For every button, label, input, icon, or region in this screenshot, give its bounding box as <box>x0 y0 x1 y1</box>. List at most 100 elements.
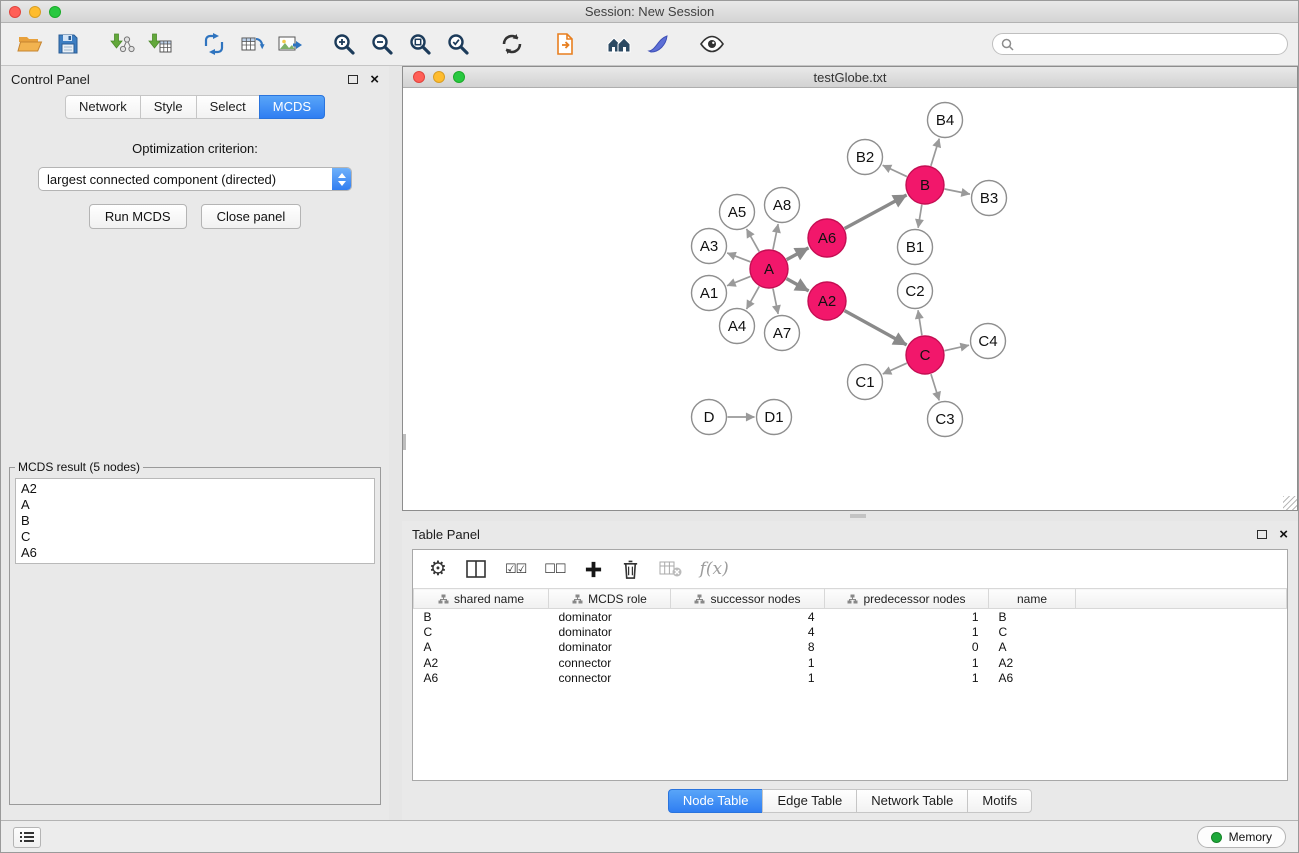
table-cell[interactable]: A <box>414 640 549 656</box>
table-row[interactable]: A2connector11A2 <box>414 655 1287 671</box>
edge-A-A3[interactable] <box>727 253 750 262</box>
tab-node-table[interactable]: Node Table <box>668 789 764 813</box>
table-row[interactable]: A6connector11A6 <box>414 671 1287 687</box>
node-A3[interactable]: A3 <box>692 229 727 264</box>
column-header-shared-name[interactable]: shared name <box>414 589 549 609</box>
run-mcds-button[interactable]: Run MCDS <box>89 204 187 229</box>
table-cell[interactable]: B <box>414 609 549 625</box>
edge-A2-C[interactable] <box>845 311 907 345</box>
table-cell[interactable]: A2 <box>414 655 549 671</box>
open-file-button[interactable] <box>11 26 49 62</box>
edge-A-A8[interactable] <box>773 224 778 249</box>
edge-B-B3[interactable] <box>945 189 970 194</box>
node-A5[interactable]: A5 <box>720 195 755 230</box>
table-cell[interactable]: dominator <box>549 640 671 656</box>
mcds-result-list[interactable]: A2ABCA6 <box>15 478 375 564</box>
edge-A6-B[interactable] <box>845 195 907 228</box>
table-cell[interactable]: 1 <box>825 671 989 687</box>
table-cell[interactable]: 8 <box>671 640 825 656</box>
node-A4[interactable]: A4 <box>720 309 755 344</box>
table-cell[interactable]: 4 <box>671 624 825 640</box>
column-header-name[interactable]: name <box>989 589 1076 609</box>
result-item[interactable]: A6 <box>21 545 369 561</box>
zoom-in-button[interactable] <box>325 26 363 62</box>
close-panel-action-button[interactable]: Close panel <box>201 204 302 229</box>
edge-C-C2[interactable] <box>918 310 922 335</box>
tab-network-table[interactable]: Network Table <box>856 789 968 813</box>
column-header-mcds-role[interactable]: MCDS role <box>549 589 671 609</box>
show-columns-button[interactable] <box>465 559 487 579</box>
import-network-button[interactable] <box>103 26 141 62</box>
deselect-all-columns-button[interactable]: ☐☐ <box>544 561 565 577</box>
tab-select[interactable]: Select <box>196 95 260 119</box>
close-table-panel-button[interactable]: × <box>1279 527 1288 542</box>
node-A7[interactable]: A7 <box>765 316 800 351</box>
node-B1[interactable]: B1 <box>898 230 933 265</box>
node-C1[interactable]: C1 <box>848 365 883 400</box>
node-C4[interactable]: C4 <box>971 324 1006 359</box>
column-header-successor-nodes[interactable]: successor nodes <box>671 589 825 609</box>
panel-splitter-horizontal[interactable] <box>402 511 1298 521</box>
save-session-button[interactable] <box>49 26 87 62</box>
delete-column-button[interactable] <box>621 559 640 580</box>
table-cell[interactable]: connector <box>549 671 671 687</box>
search-input[interactable] <box>1019 37 1279 51</box>
node-B2[interactable]: B2 <box>848 140 883 175</box>
panel-splitter-vertical[interactable] <box>389 66 402 820</box>
zoom-fit-button[interactable] <box>401 26 439 62</box>
node-A1[interactable]: A1 <box>692 276 727 311</box>
node-D[interactable]: D <box>692 400 727 435</box>
float-panel-button[interactable] <box>348 75 358 84</box>
edge-B-B4[interactable] <box>931 139 939 166</box>
edge-C-C4[interactable] <box>945 345 969 350</box>
delete-table-button[interactable] <box>658 559 682 579</box>
table-cell[interactable]: 1 <box>825 655 989 671</box>
edge-A-A1[interactable] <box>727 276 750 285</box>
show-hide-graphics-button[interactable] <box>693 26 731 62</box>
minimize-window-button[interactable] <box>29 6 41 18</box>
node-A8[interactable]: A8 <box>765 188 800 223</box>
node-C[interactable]: C <box>906 336 944 374</box>
table-row[interactable]: Adominator80A <box>414 640 1287 656</box>
close-panel-button[interactable]: × <box>370 72 379 87</box>
task-history-button[interactable] <box>13 827 41 848</box>
table-cell[interactable]: 1 <box>671 655 825 671</box>
apply-style-button[interactable] <box>639 26 677 62</box>
table-row[interactable]: Cdominator41C <box>414 624 1287 640</box>
zoom-selected-button[interactable] <box>439 26 477 62</box>
node-D1[interactable]: D1 <box>757 400 792 435</box>
node-B[interactable]: B <box>906 166 944 204</box>
node-A[interactable]: A <box>750 250 788 288</box>
home-view-button[interactable] <box>601 26 639 62</box>
edge-B-B2[interactable] <box>883 165 907 176</box>
node-B3[interactable]: B3 <box>972 181 1007 216</box>
result-item[interactable]: A <box>21 497 369 513</box>
close-window-button[interactable] <box>9 6 21 18</box>
network-zoom-button[interactable] <box>453 71 465 83</box>
result-item[interactable]: A2 <box>21 481 369 497</box>
node-C3[interactable]: C3 <box>928 402 963 437</box>
table-cell[interactable]: A6 <box>989 671 1076 687</box>
open-session-file-button[interactable] <box>547 26 585 62</box>
network-canvas[interactable]: B4B2BB3A5A8A6B1A3AC2A1A2A4A7C4CC1C3DD1 <box>403 88 1297 510</box>
table-cell[interactable]: 1 <box>671 671 825 687</box>
float-table-panel-button[interactable] <box>1257 530 1267 539</box>
dropdown-stepper[interactable] <box>332 167 351 191</box>
edge-A-A7[interactable] <box>773 289 778 314</box>
edge-A-A6[interactable] <box>787 248 809 260</box>
network-close-button[interactable] <box>413 71 425 83</box>
node-A2[interactable]: A2 <box>808 282 846 320</box>
tab-mcds[interactable]: MCDS <box>259 95 325 119</box>
zoom-window-button[interactable] <box>49 6 61 18</box>
zoom-out-button[interactable] <box>363 26 401 62</box>
import-table-button[interactable] <box>141 26 179 62</box>
table-cell[interactable]: A2 <box>989 655 1076 671</box>
window-edge-handle[interactable] <box>403 434 406 450</box>
table-cell[interactable]: C <box>414 624 549 640</box>
table-row[interactable]: Bdominator41B <box>414 609 1287 625</box>
tab-network[interactable]: Network <box>65 95 141 119</box>
table-cell[interactable]: 1 <box>825 609 989 625</box>
table-cell[interactable]: 1 <box>825 624 989 640</box>
window-resize-grip[interactable] <box>1283 496 1297 510</box>
node-B4[interactable]: B4 <box>928 103 963 138</box>
